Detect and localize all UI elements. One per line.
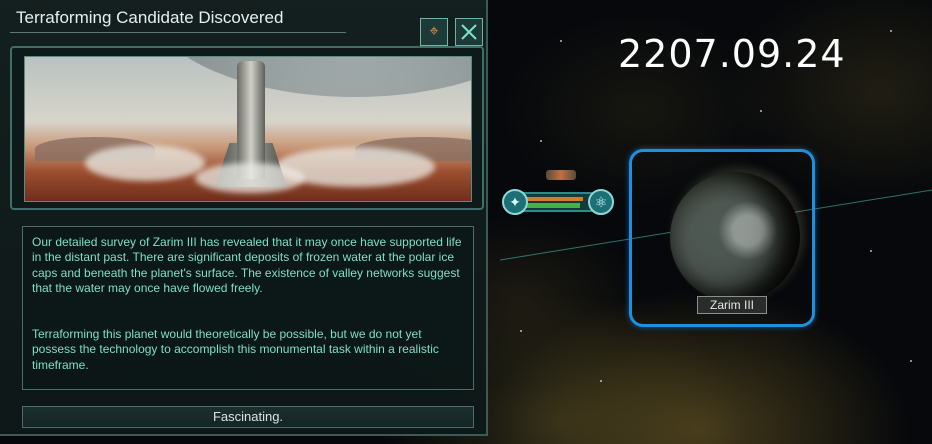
camera-target-icon: ⌖ (429, 23, 439, 40)
dialog-title: Terraforming Candidate Discovered (16, 8, 284, 27)
fleet-shield-fill (524, 203, 580, 208)
event-image-frame (10, 46, 484, 210)
description-paragraph: Our detailed survey of Zarim III has rev… (32, 235, 462, 295)
fleet-health-fill (524, 197, 583, 201)
fleet-marker[interactable]: ✦ ⚛ (502, 166, 614, 218)
science-ship-icon[interactable]: ⚛ (588, 189, 614, 215)
game-date: 2207.09.24 (618, 32, 846, 76)
focus-camera-button[interactable]: ⌖ (420, 18, 448, 46)
fleet-status-bar (520, 192, 594, 212)
close-icon (461, 24, 477, 40)
fascinating-button[interactable]: Fascinating. (22, 406, 474, 428)
ship-icon (546, 170, 576, 180)
planet-name-label[interactable]: Zarim III (697, 296, 767, 314)
event-illustration (24, 56, 472, 202)
title-divider (10, 32, 346, 33)
fleet-emblem-icon[interactable]: ✦ (502, 189, 528, 215)
event-dialog: Terraforming Candidate Discovered ⌖ Our … (0, 0, 488, 436)
description-paragraph: Terraforming this planet would theoretic… (32, 327, 439, 372)
planet-zarim-iii[interactable] (670, 172, 800, 302)
close-button[interactable] (455, 18, 483, 46)
event-description: Our detailed survey of Zarim III has rev… (22, 226, 474, 390)
